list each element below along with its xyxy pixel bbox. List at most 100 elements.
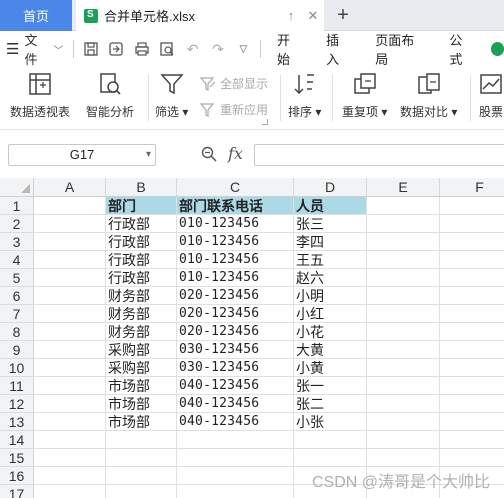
table-cell[interactable]	[34, 359, 106, 377]
table-cell[interactable]	[177, 467, 294, 485]
table-cell[interactable]	[367, 323, 440, 341]
row-header[interactable]: 11	[0, 377, 34, 395]
column-header-b[interactable]: B	[106, 178, 177, 197]
account-icon[interactable]	[490, 42, 504, 56]
table-cell[interactable]	[367, 359, 440, 377]
table-cell[interactable]: 030-123456	[177, 359, 294, 377]
filter-button[interactable]: 筛选 ▾	[155, 71, 188, 120]
chevron-down-icon[interactable]: ▾	[146, 145, 151, 165]
table-cell[interactable]: 020-123456	[177, 305, 294, 323]
table-cell[interactable]	[106, 431, 177, 449]
row-header[interactable]: 4	[0, 251, 34, 269]
file-menu[interactable]: ☰ 文件 ﹀	[0, 31, 69, 67]
table-cell[interactable]	[34, 287, 106, 305]
table-cell[interactable]	[440, 251, 504, 269]
print-preview-icon[interactable]	[159, 40, 176, 58]
table-cell[interactable]	[294, 431, 367, 449]
table-cell[interactable]: 行政部	[106, 233, 177, 251]
zoom-icon[interactable]	[200, 145, 218, 163]
print-icon[interactable]	[133, 40, 150, 58]
table-cell[interactable]	[294, 449, 367, 467]
row-header[interactable]: 7	[0, 305, 34, 323]
formula-input[interactable]	[254, 144, 504, 166]
table-cell[interactable]: 行政部	[106, 215, 177, 233]
table-cell[interactable]	[440, 269, 504, 287]
row-header[interactable]: 13	[0, 413, 34, 431]
row-header[interactable]: 15	[0, 449, 34, 467]
table-cell[interactable]: 部门联系电话	[177, 197, 294, 215]
row-header[interactable]: 14	[0, 431, 34, 449]
tab-insert[interactable]: 插入	[314, 30, 363, 68]
table-cell[interactable]: 小花	[294, 323, 367, 341]
table-cell[interactable]	[34, 449, 106, 467]
table-cell[interactable]	[106, 485, 177, 498]
table-cell[interactable]	[367, 449, 440, 467]
table-cell[interactable]: 市场部	[106, 377, 177, 395]
table-cell[interactable]: 财务部	[106, 287, 177, 305]
row-header[interactable]: 10	[0, 359, 34, 377]
table-cell[interactable]	[34, 215, 106, 233]
reapply-button[interactable]: 重新应用	[200, 101, 268, 118]
table-cell[interactable]	[440, 323, 504, 341]
table-cell[interactable]: 采购部	[106, 341, 177, 359]
row-header[interactable]: 2	[0, 215, 34, 233]
table-cell[interactable]: 行政部	[106, 251, 177, 269]
table-cell[interactable]: 040-123456	[177, 413, 294, 431]
save-icon[interactable]	[82, 40, 99, 58]
table-cell[interactable]: 赵六	[294, 269, 367, 287]
table-cell[interactable]	[34, 395, 106, 413]
table-cell[interactable]: 财务部	[106, 305, 177, 323]
ribbon-expand-icon[interactable]	[262, 119, 268, 125]
table-cell[interactable]	[440, 197, 504, 215]
column-header-f[interactable]: F	[440, 178, 504, 197]
table-cell[interactable]	[367, 395, 440, 413]
table-cell[interactable]	[367, 305, 440, 323]
table-cell[interactable]	[440, 395, 504, 413]
table-cell[interactable]	[367, 287, 440, 305]
row-header[interactable]: 9	[0, 341, 34, 359]
column-header-e[interactable]: E	[367, 178, 440, 197]
smart-analysis-button[interactable]: 智能分析	[86, 71, 134, 120]
table-cell[interactable]	[367, 215, 440, 233]
sort-button[interactable]: 排序 ▾	[288, 71, 321, 120]
table-cell[interactable]: 小明	[294, 287, 367, 305]
show-all-button[interactable]: 全部显示	[200, 75, 268, 92]
table-cell[interactable]	[440, 233, 504, 251]
table-cell[interactable]	[367, 269, 440, 287]
table-cell[interactable]	[34, 431, 106, 449]
new-tab-button[interactable]: +	[332, 4, 354, 26]
tab-document[interactable]: 合并单元格.xlsx ↑ ✕	[76, 0, 324, 31]
table-cell[interactable]: 小黄	[294, 359, 367, 377]
table-cell[interactable]: 采购部	[106, 359, 177, 377]
table-cell[interactable]	[34, 323, 106, 341]
table-cell[interactable]	[34, 197, 106, 215]
close-tab-icon[interactable]: ✕	[302, 8, 324, 24]
column-header-c[interactable]: C	[177, 178, 294, 197]
row-header[interactable]: 1	[0, 197, 34, 215]
data-compare-button[interactable]: 数据对比 ▾	[400, 71, 457, 120]
table-cell[interactable]: 市场部	[106, 413, 177, 431]
row-header[interactable]: 6	[0, 287, 34, 305]
table-cell[interactable]: 小红	[294, 305, 367, 323]
undo-icon[interactable]: ↶	[184, 40, 201, 58]
table-cell[interactable]	[34, 233, 106, 251]
table-cell[interactable]	[34, 413, 106, 431]
table-cell[interactable]: 020-123456	[177, 323, 294, 341]
table-cell[interactable]: 010-123456	[177, 215, 294, 233]
table-cell[interactable]	[367, 341, 440, 359]
table-cell[interactable]: 010-123456	[177, 233, 294, 251]
table-cell[interactable]: 财务部	[106, 323, 177, 341]
tab-start[interactable]: 开始	[265, 30, 314, 68]
table-cell[interactable]: 李四	[294, 233, 367, 251]
table-cell[interactable]	[367, 413, 440, 431]
table-cell[interactable]: 张一	[294, 377, 367, 395]
column-header-a[interactable]: A	[34, 178, 106, 197]
table-cell[interactable]	[440, 341, 504, 359]
table-cell[interactable]: 市场部	[106, 395, 177, 413]
select-all-corner[interactable]	[0, 178, 34, 197]
table-cell[interactable]	[106, 449, 177, 467]
pivot-table-button[interactable]: 数据透视表	[10, 71, 70, 120]
table-cell[interactable]	[367, 233, 440, 251]
column-header-d[interactable]: D	[294, 178, 367, 197]
table-cell[interactable]	[34, 467, 106, 485]
